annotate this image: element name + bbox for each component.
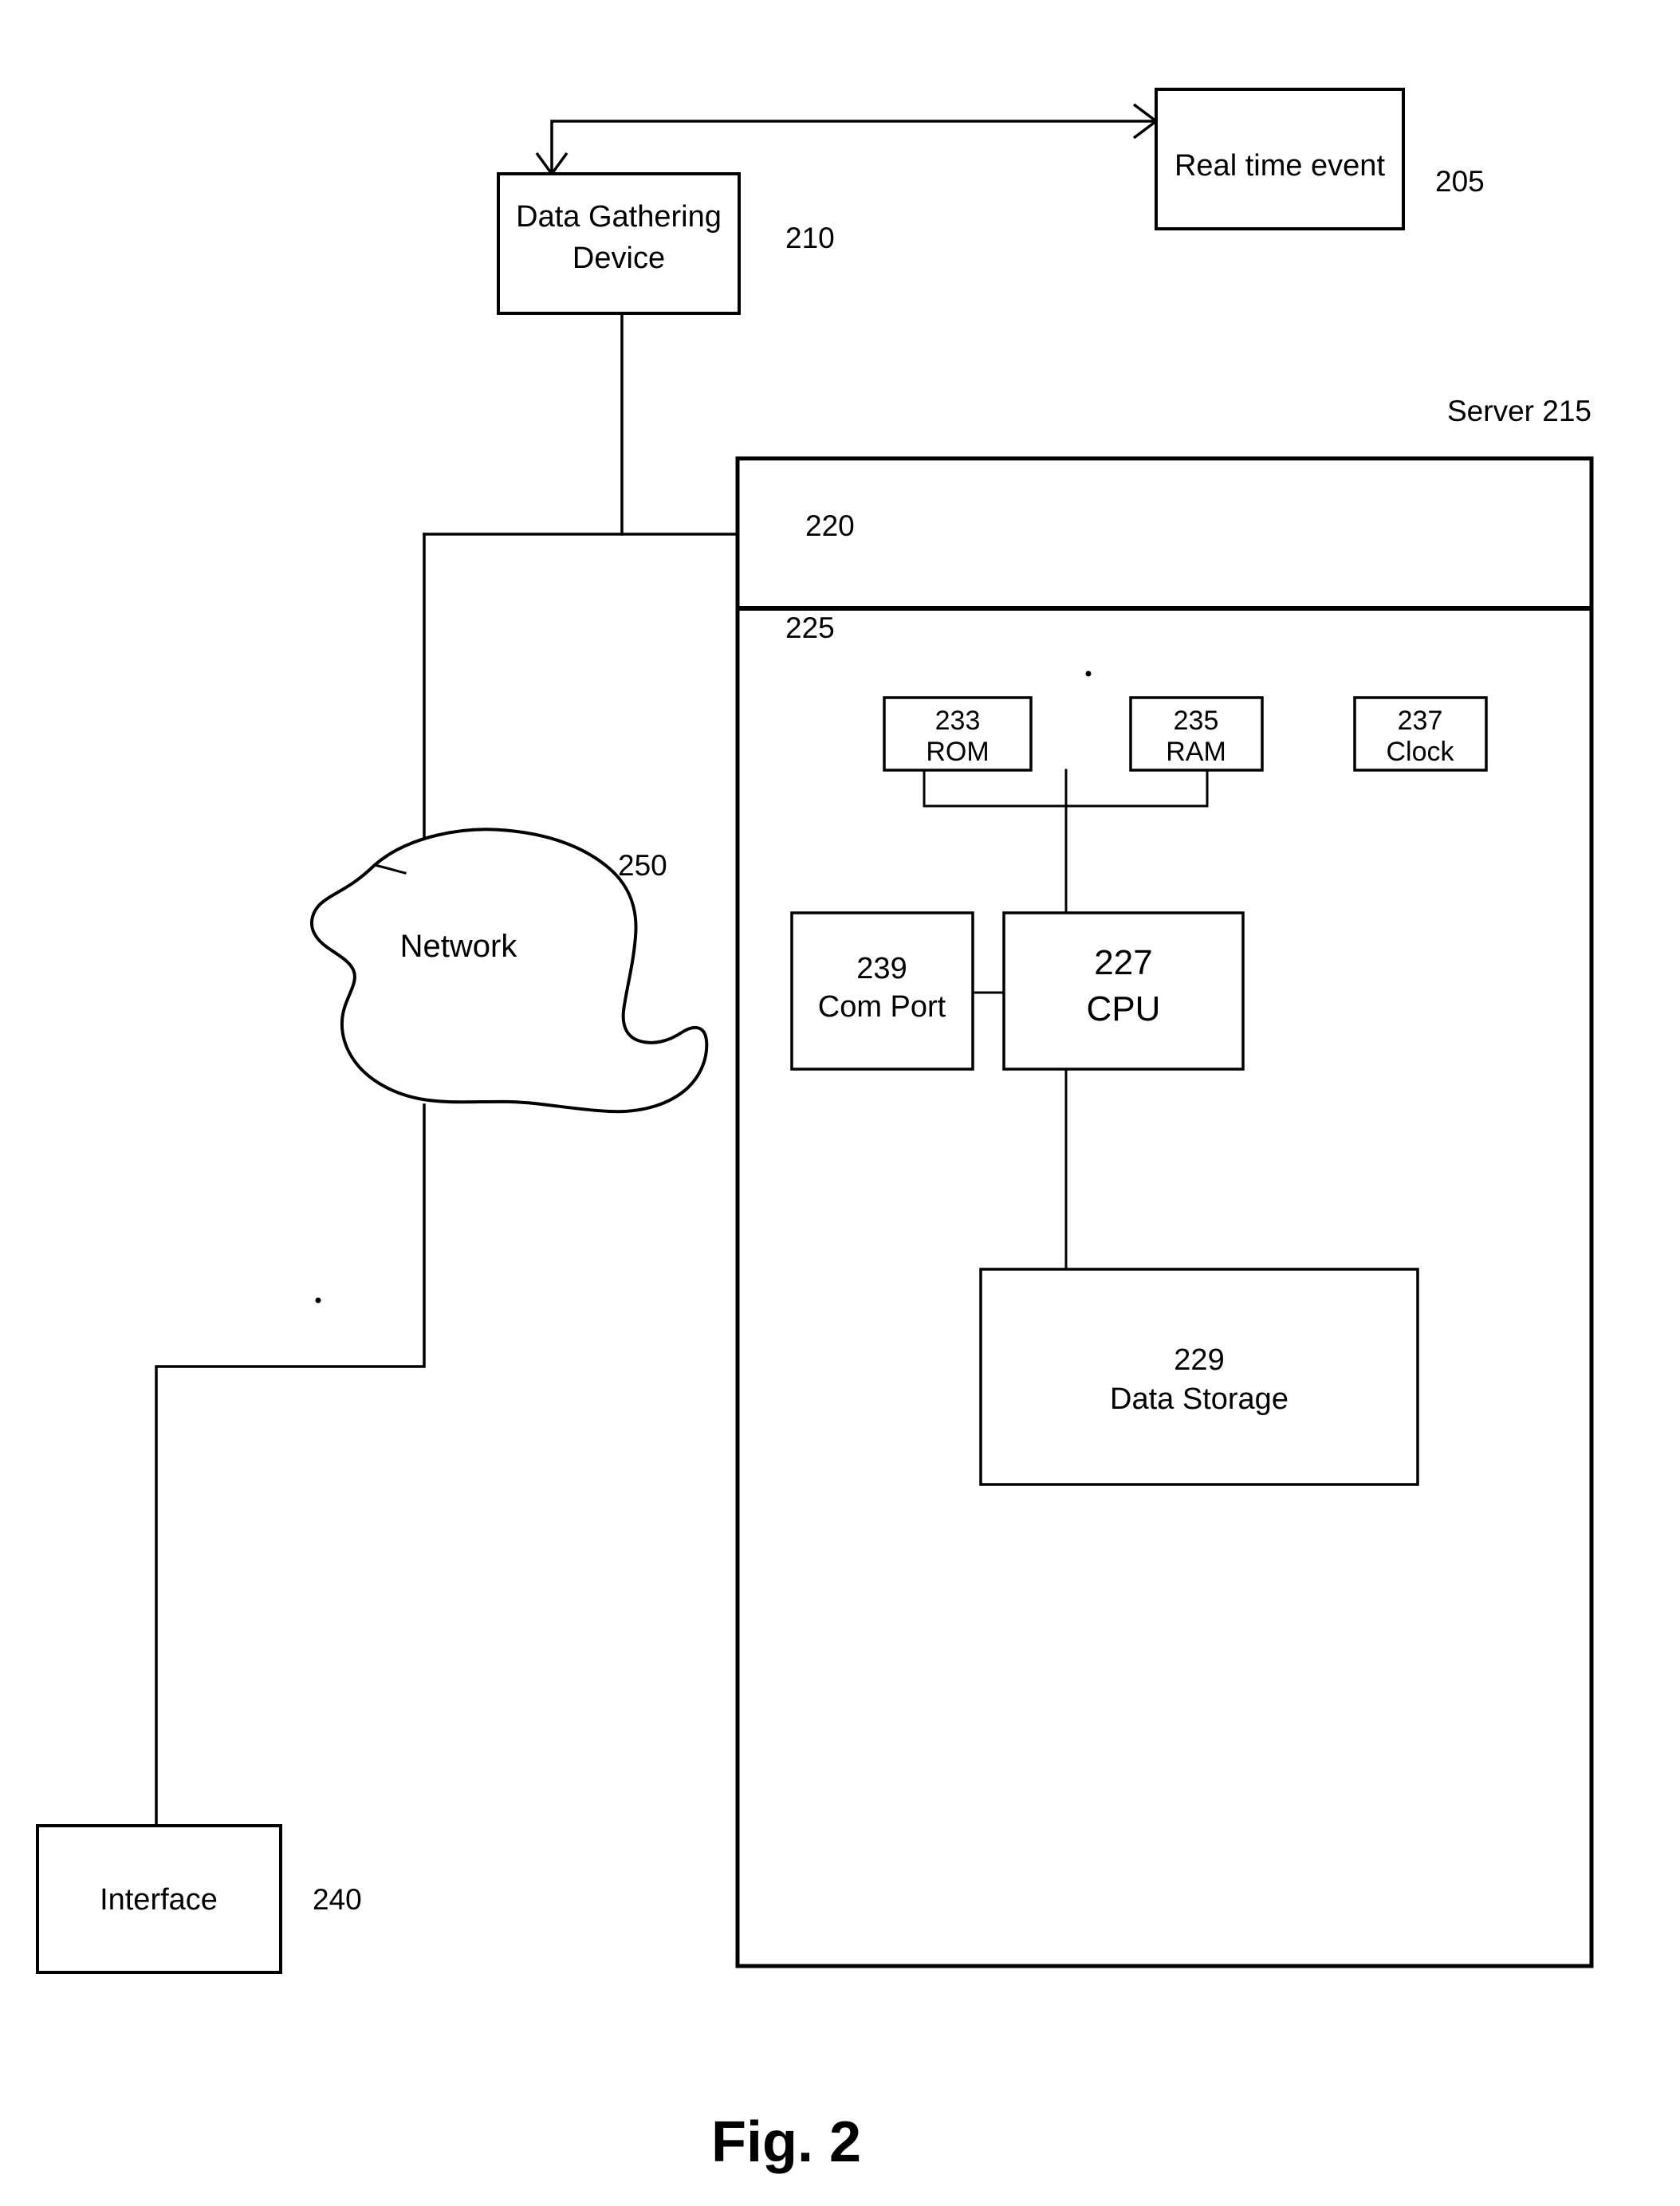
node-real-time-event: Real time event 205 (1155, 88, 1485, 230)
cpu-label: CPU (1087, 989, 1161, 1028)
server-panel-box (735, 456, 1594, 1968)
ram-label: RAM (1166, 737, 1226, 767)
node-cpu: 227 CPU (1002, 911, 1245, 1071)
real-time-event-label: Real time event (1174, 149, 1385, 183)
com-port-label: Com Port (818, 990, 946, 1024)
cpu-ref: 227 (1094, 943, 1152, 982)
connector-network-to-interface (155, 1103, 426, 1827)
server-section-225-ref: 225 (785, 611, 835, 644)
node-data-gathering-device: Data Gathering Device 210 (497, 172, 835, 315)
node-data-storage: 229 Data Storage (979, 1268, 1419, 1486)
interface-ref: 240 (313, 1883, 362, 1916)
rom-ref: 233 (935, 706, 981, 736)
node-clock: 237 Clock (1353, 696, 1488, 772)
figure-caption: Fig. 2 (711, 2110, 861, 2174)
node-server: Server 215 220 225 233 ROM 235 RAM 237 C… (315, 395, 1594, 1968)
system-block-diagram: Real time event 205 Data Gathering Devic… (36, 88, 1594, 2174)
clock-label: Clock (1386, 737, 1454, 767)
com-port-ref: 239 (856, 952, 907, 985)
ram-ref: 235 (1174, 706, 1219, 736)
scan-artifact-dot-2 (315, 1297, 321, 1304)
node-ram: 235 RAM (1129, 696, 1264, 772)
real-time-event-ref: 205 (1435, 165, 1485, 198)
figure-canvas: Real time event 205 Data Gathering Devic… (0, 0, 1680, 2206)
data-storage-box (979, 1268, 1419, 1486)
node-com-port: 239 Com Port (790, 911, 974, 1071)
data-gathering-device-label-line2: Device (572, 242, 665, 275)
data-storage-label: Data Storage (1110, 1382, 1289, 1416)
network-label: Network (400, 929, 518, 964)
data-gathering-device-ref: 210 (785, 222, 835, 254)
server-label: Server 215 (1447, 395, 1591, 427)
node-interface: Interface 240 (36, 1824, 362, 1974)
clock-ref: 237 (1398, 706, 1443, 736)
node-rom: 233 ROM (883, 696, 1033, 772)
data-storage-ref: 229 (1174, 1343, 1224, 1377)
scan-artifact-dot-1 (1085, 670, 1092, 677)
data-gathering-device-label-line1: Data Gathering (516, 200, 722, 234)
interface-label: Interface (100, 1883, 218, 1917)
rom-label: ROM (926, 737, 989, 767)
connector-dgd-to-real-time-event (550, 120, 1155, 175)
node-network: Network 250 (310, 828, 709, 1114)
network-ref: 250 (618, 849, 667, 882)
server-section-220-ref: 220 (805, 509, 855, 542)
